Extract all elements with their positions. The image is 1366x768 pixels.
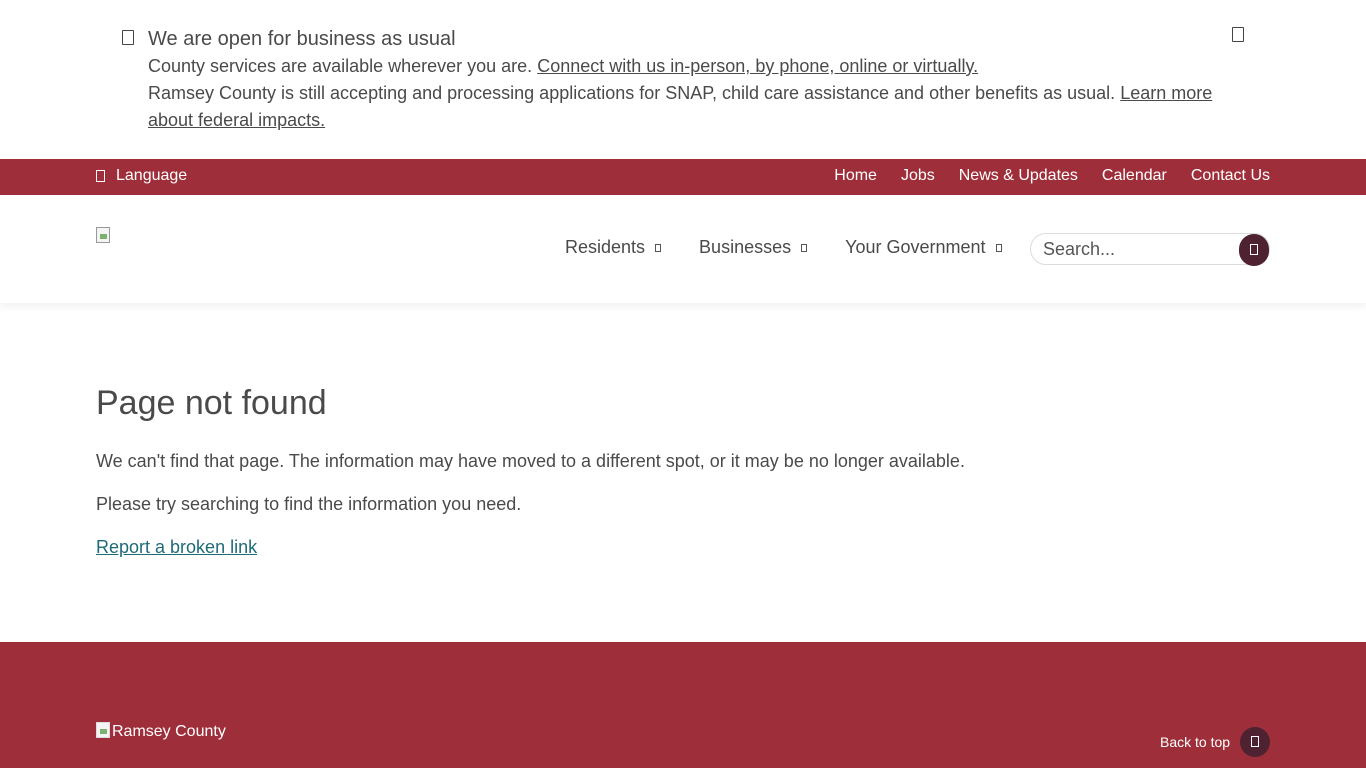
utility-link-news[interactable]: News & Updates — [959, 167, 1078, 185]
chevron-down-icon — [655, 243, 662, 252]
search-box — [1030, 233, 1270, 266]
report-broken-link[interactable]: Report a broken link — [96, 537, 257, 558]
back-to-top-label[interactable]: Back to top — [1160, 734, 1230, 750]
arrow-up-icon — [1251, 736, 1259, 747]
alert-message-2-text: Ramsey County is still accepting and pro… — [148, 83, 1121, 103]
utility-link-contact[interactable]: Contact Us — [1191, 167, 1270, 185]
utility-link-jobs[interactable]: Jobs — [901, 167, 935, 185]
chevron-down-icon — [801, 243, 808, 252]
alert-message-2: Ramsey County is still accepting and pro… — [148, 80, 1238, 134]
main-header: Residents Businesses Your Government — [0, 195, 1366, 303]
close-icon[interactable] — [1232, 27, 1244, 42]
footer-logo-alt: Ramsey County — [112, 723, 226, 740]
language-label: Language — [116, 167, 188, 184]
alert-title: We are open for business as usual — [148, 28, 456, 50]
connect-with-us-link[interactable]: Connect with us in-person, by phone, onl… — [537, 56, 978, 76]
utility-bar: Language Home Jobs News & Updates Calend… — [0, 159, 1366, 195]
alert-message-1: County services are available wherever y… — [148, 53, 1238, 80]
search-button[interactable] — [1239, 234, 1269, 266]
nav-item-label: Residents — [565, 237, 646, 257]
main-nav: Residents Businesses Your Government — [565, 237, 1040, 258]
search-suggestion: Please try searching to find the informa… — [96, 494, 522, 514]
chevron-down-icon — [995, 243, 1002, 252]
nav-item-label: Businesses — [699, 237, 792, 257]
language-selector[interactable]: Language — [96, 167, 187, 185]
alert-message-1-text: County services are available wherever y… — [148, 56, 538, 76]
alert-banner: We are open for business as usual County… — [0, 0, 1366, 159]
nav-item-businesses[interactable]: Businesses — [699, 237, 808, 258]
search-input[interactable] — [1043, 238, 1238, 260]
utility-link-home[interactable]: Home — [834, 167, 877, 185]
utility-link-calendar[interactable]: Calendar — [1102, 167, 1167, 185]
site-logo[interactable] — [96, 227, 112, 243]
broken-image-icon — [96, 227, 110, 243]
broken-image-icon — [96, 722, 110, 738]
globe-icon — [96, 170, 105, 182]
info-icon — [122, 30, 134, 45]
utility-links: Home Jobs News & Updates Calendar Contac… — [834, 167, 1270, 185]
page-title: Page not found — [96, 384, 327, 422]
nav-item-your-government[interactable]: Your Government — [845, 237, 1002, 258]
not-found-message: We can't find that page. The information… — [96, 451, 965, 471]
nav-item-label: Your Government — [845, 237, 986, 257]
search-icon — [1250, 244, 1258, 255]
nav-item-residents[interactable]: Residents — [565, 237, 662, 258]
footer: Ramsey County Back to top — [0, 642, 1366, 768]
back-to-top-button[interactable] — [1240, 727, 1270, 757]
footer-logo[interactable]: Ramsey County — [96, 722, 226, 741]
